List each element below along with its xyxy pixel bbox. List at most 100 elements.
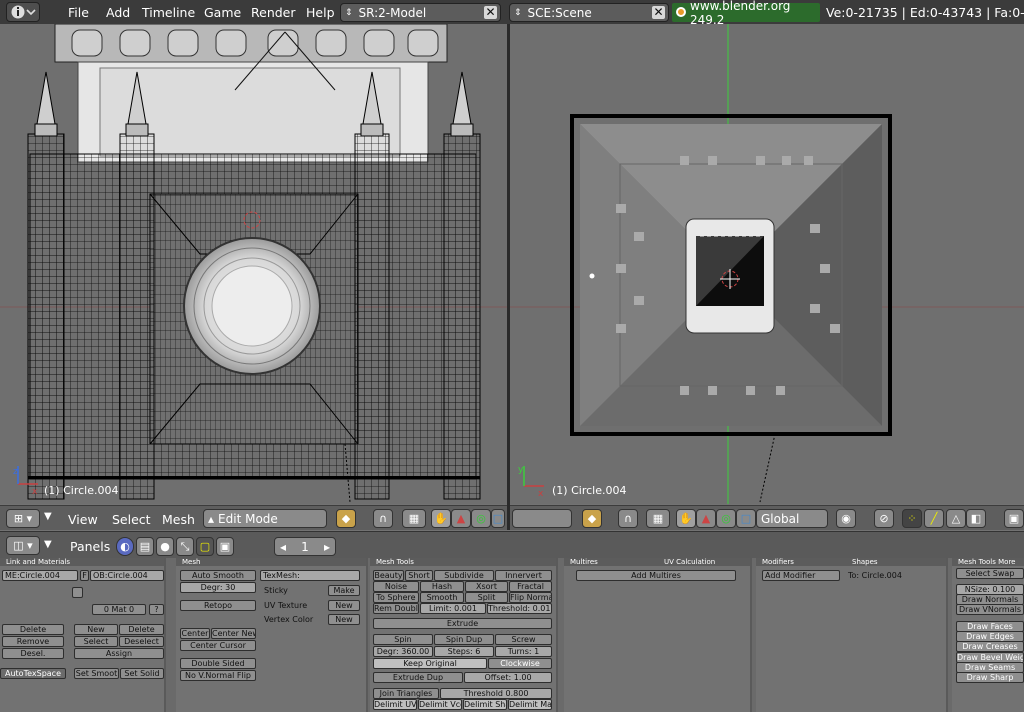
vertex-select-icon[interactable]: ⁘ xyxy=(902,509,922,528)
material-select-button[interactable]: Select xyxy=(74,636,118,647)
hand-icon-right[interactable]: ✋ xyxy=(676,509,696,528)
draw-sharp-toggle[interactable]: Draw Sharp xyxy=(956,672,1024,683)
center-new-button[interactable]: Center New xyxy=(211,628,256,639)
menu-render[interactable]: Render xyxy=(251,5,296,20)
hand-icon[interactable]: ✋ xyxy=(431,509,451,528)
auto-smooth-degree-field[interactable]: Degr: 30 xyxy=(180,582,256,593)
frame-decrement-icon[interactable]: ◂ xyxy=(280,540,286,554)
translate-manip-icon-right[interactable]: □ xyxy=(736,509,756,528)
keep-original-toggle[interactable]: Keep Original xyxy=(373,658,487,669)
collapse-arrow-icon[interactable]: ▼ xyxy=(44,511,52,522)
clockwise-toggle[interactable]: Clockwise xyxy=(488,658,552,669)
menu-help[interactable]: Help xyxy=(306,5,335,20)
join-triangles-button[interactable]: Join Triangles xyxy=(373,688,439,699)
menu-mesh[interactable]: Mesh xyxy=(162,512,195,527)
close-scene-icon[interactable]: ✕ xyxy=(652,6,665,19)
proportional-icon[interactable]: ◉ xyxy=(836,509,856,528)
delimit-ma-toggle[interactable]: Delimit Ma xyxy=(508,699,552,710)
scene-icon[interactable]: ▣ xyxy=(216,537,234,556)
delimit-sha-toggle[interactable]: Delimit Sha xyxy=(463,699,507,710)
smooth-button[interactable]: Smooth xyxy=(420,592,464,603)
add-modifier-button[interactable]: Add Modifier xyxy=(762,570,840,581)
object-icon[interactable]: ⤡ xyxy=(176,537,194,556)
beauty-button[interactable]: Beauty xyxy=(373,570,404,581)
object-name-field[interactable]: OB:Circle.004 xyxy=(90,570,164,581)
blender-url[interactable]: www.blender.org 249.2 xyxy=(672,0,820,27)
pivot-icon-right[interactable]: ◆ xyxy=(582,509,602,528)
set-smooth-button[interactable]: Set Smoot xyxy=(74,668,119,679)
pivot-icon[interactable]: ◆ xyxy=(336,509,356,528)
info-window-type-button[interactable] xyxy=(6,2,40,22)
texmesh-field[interactable]: TexMesh: xyxy=(260,570,360,581)
split-button[interactable]: Split xyxy=(465,592,508,603)
threshold-field[interactable]: Threshold: 0.010 xyxy=(487,603,552,614)
screen-select[interactable]: ⇕ SR:2-Model ✕ xyxy=(340,3,501,22)
menu-timeline[interactable]: Timeline xyxy=(142,5,195,20)
frame-number-field[interactable]: ◂ 1 ▸ xyxy=(274,537,336,556)
snap-icon[interactable]: ▦ xyxy=(402,509,426,528)
uv-calculation-tab[interactable]: UV Calculation xyxy=(664,558,715,566)
view3d-window-type-button[interactable]: ⊞ ▾ xyxy=(6,509,40,528)
close-screen-icon[interactable]: ✕ xyxy=(484,6,497,19)
menu-view[interactable]: View xyxy=(68,512,98,527)
material-new-button[interactable]: New xyxy=(74,624,118,635)
uv-texture-new-button[interactable]: New xyxy=(328,600,360,611)
material-delete-button[interactable]: Delete xyxy=(119,624,164,635)
flip-normal-button[interactable]: Flip Normal xyxy=(509,592,552,603)
viewport-front[interactable]: z x (1) Circle.004 xyxy=(0,24,507,504)
retopo-button[interactable]: Retopo xyxy=(180,600,256,611)
screw-button[interactable]: Screw xyxy=(495,634,552,645)
magnet-icon-right[interactable]: ∩ xyxy=(618,509,638,528)
double-sided-button[interactable]: Double Sided xyxy=(180,658,256,669)
center-cursor-button[interactable]: Center Cursor xyxy=(180,640,256,651)
magnet-icon[interactable]: ∩ xyxy=(373,509,393,528)
limit-field[interactable]: Limit: 0.001 xyxy=(420,603,486,614)
scale-manip-icon[interactable]: ◎ xyxy=(471,509,491,528)
script-icon[interactable]: ▤ xyxy=(136,537,154,556)
add-multires-button[interactable]: Add Multires xyxy=(576,570,736,581)
mode-select-right[interactable] xyxy=(512,509,572,528)
material-index-field[interactable]: 0 Mat 0 xyxy=(92,604,146,615)
scale-manip-icon-right[interactable]: ◎ xyxy=(716,509,736,528)
frame-increment-icon[interactable]: ▸ xyxy=(324,540,330,554)
edge-select-icon[interactable]: ╱ xyxy=(924,509,944,528)
menu-panels[interactable]: Panels xyxy=(70,539,110,554)
face-select-icon[interactable]: △ xyxy=(946,509,966,528)
hash-button[interactable]: Hash xyxy=(420,581,464,592)
collapse-arrow-icon-bw[interactable]: ▼ xyxy=(44,539,52,550)
fractal-button[interactable]: Fractal xyxy=(509,581,552,592)
mesh-name-field[interactable]: ME:Circle.004 xyxy=(2,570,78,581)
xsort-button[interactable]: Xsort xyxy=(465,581,508,592)
vgroup-delete-button[interactable]: Delete xyxy=(2,624,64,635)
delimit-vco-toggle[interactable]: Delimit Vco xyxy=(418,699,462,710)
auto-smooth-button[interactable]: Auto Smooth xyxy=(180,570,256,581)
join-threshold-field[interactable]: Threshold 0.800 xyxy=(440,688,552,699)
spin-button[interactable]: Spin xyxy=(373,634,433,645)
buttons-window-type-button[interactable]: ◫ ▾ xyxy=(6,536,40,555)
noise-button[interactable]: Noise xyxy=(373,581,419,592)
short-button[interactable]: Short xyxy=(405,570,433,581)
vgroup-remove-button[interactable]: Remove xyxy=(2,636,64,647)
translate-manip-icon[interactable]: □ xyxy=(491,509,505,528)
remove-doubles-button[interactable]: Rem Doubl xyxy=(373,603,419,614)
extrude-dup-button[interactable]: Extrude Dup xyxy=(373,672,463,683)
rotate-manip-icon-right[interactable]: ▲ xyxy=(696,509,716,528)
material-deselect-button[interactable]: Deselect xyxy=(119,636,164,647)
shapes-tab[interactable]: Shapes xyxy=(852,558,878,566)
vgroup-deselect-button[interactable]: Desel. xyxy=(2,648,64,659)
shading-ball-icon[interactable]: ● xyxy=(156,537,174,556)
sticky-make-button[interactable]: Make xyxy=(328,585,360,596)
viewport-top[interactable]: y x (1) Circle.004 xyxy=(510,24,1024,504)
screw-turns-field[interactable]: Turns: 1 xyxy=(495,646,552,657)
menu-select[interactable]: Select xyxy=(112,512,151,527)
menu-game[interactable]: Game xyxy=(204,5,241,20)
rotate-manip-icon[interactable]: ▲ xyxy=(451,509,471,528)
no-vnormal-flip-button[interactable]: No V.Normal Flip xyxy=(180,670,256,681)
innervert-button[interactable]: Innervert xyxy=(495,570,552,581)
mode-select[interactable]: ▴ Edit Mode xyxy=(203,509,327,528)
center-button[interactable]: Center xyxy=(180,628,210,639)
spin-dup-button[interactable]: Spin Dup xyxy=(434,634,494,645)
material-assign-button[interactable]: Assign xyxy=(74,648,164,659)
menu-file[interactable]: File xyxy=(68,5,89,20)
spin-steps-field[interactable]: Steps: 6 xyxy=(434,646,494,657)
